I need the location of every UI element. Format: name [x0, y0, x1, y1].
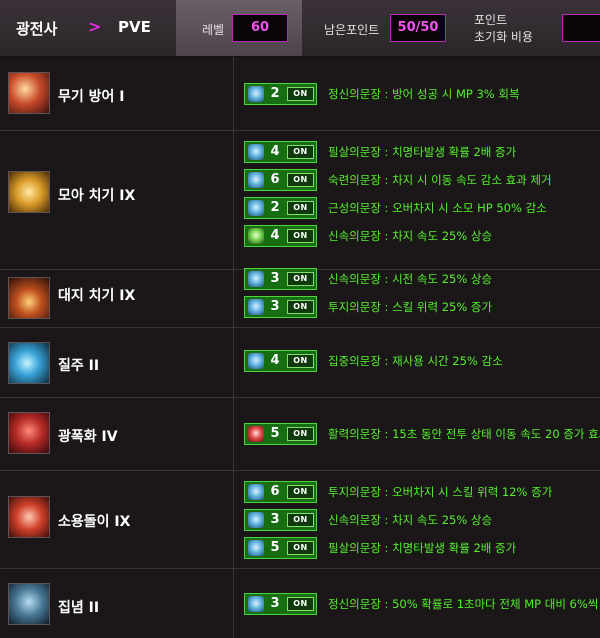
rune-description: 필살의문장 : 치명타발생 확률 2배 증가 [328, 145, 517, 159]
rune-chip[interactable]: 3 ON [244, 509, 317, 531]
rune-description: 투지의문장 : 스킬 위력 25% 증가 [328, 300, 493, 314]
skill-name: 집념 II [58, 600, 100, 616]
rune-icon [248, 540, 264, 556]
skill-name: 광폭화 IV [58, 429, 118, 445]
skill-row: 광폭화 IV 5 ON 활력의문장 : 15초 동안 전투 상태 이동 속도 20… [0, 398, 600, 471]
rune-row: 4 ON 집중의문장 : 재사용 시간 25% 감소 [244, 350, 600, 372]
rune-icon [248, 172, 264, 188]
rune-chip[interactable]: 6 ON [244, 169, 317, 191]
rune-icon [248, 596, 264, 612]
whirlwind-skill-icon[interactable] [8, 496, 50, 538]
rune-description: 신속의문장 : 차지 속도 25% 상승 [328, 513, 493, 527]
rune-chip[interactable]: 2 ON [244, 83, 317, 105]
rune-chip[interactable]: 5 ON [244, 423, 317, 445]
rune-description: 투지의문장 : 오버차지 시 스킬 위력 12% 증가 [328, 485, 553, 499]
rune-chip[interactable]: 2 ON [244, 197, 317, 219]
skill-row: 소용돌이 IX 6 ON 투지의문장 : 오버차지 시 스킬 위력 12% 증가 … [0, 471, 600, 569]
on-toggle[interactable]: ON [287, 201, 314, 215]
rune-row: 5 ON 활력의문장 : 15초 동안 전투 상태 이동 속도 20 증가 효과 [244, 423, 600, 445]
berserk-skill-icon[interactable] [8, 412, 50, 454]
reset-cost-value [562, 14, 600, 42]
rune-description: 필살의문장 : 치명타발생 확률 2배 증가 [328, 541, 517, 555]
skill-name: 모아 치기 IX [58, 188, 136, 204]
rune-row: 3 ON 신속의문장 : 시전 속도 25% 상승 [244, 268, 600, 290]
rune-row: 2 ON 정신의문장 : 방어 성공 시 MP 3% 회복 [244, 83, 600, 105]
sprint-skill-icon[interactable] [8, 342, 50, 384]
ground-strike-skill-icon[interactable] [8, 277, 50, 319]
skill-row: 모아 치기 IX 4 ON 필살의문장 : 치명타발생 확률 2배 증가 6 ON … [0, 131, 600, 270]
header-bar: 광전사 > PVE 레벨 60 남은포인트 50/50 포인트 초기화 비용 [0, 0, 600, 57]
on-toggle[interactable]: ON [287, 485, 314, 499]
sword-skill-icon[interactable] [8, 171, 50, 213]
on-toggle[interactable]: ON [287, 513, 314, 527]
rune-chip[interactable]: 5 ON [244, 537, 317, 559]
rune-description: 정신의문장 : 50% 확률로 1초마다 전체 MP 대비 6%씩 MP [328, 597, 600, 611]
rune-icon [248, 271, 264, 287]
rune-row: 2 ON 근성의문장 : 오버차지 시 소모 HP 50% 감소 [244, 197, 600, 219]
on-toggle[interactable]: ON [287, 541, 314, 555]
rune-chip[interactable]: 3 ON [244, 296, 317, 318]
chevron-right-icon: > [88, 17, 102, 36]
rune-description: 숙련의문장 : 차지 시 이동 속도 감소 효과 제거 [328, 173, 552, 187]
rune-description: 정신의문장 : 방어 성공 시 MP 3% 회복 [328, 87, 520, 101]
on-toggle[interactable]: ON [287, 300, 314, 314]
rune-chip[interactable]: 3 ON [244, 593, 317, 615]
skill-row: 집념 II 3 ON 정신의문장 : 50% 확률로 1초마다 전체 MP 대비 … [0, 569, 600, 638]
rune-chip[interactable]: 4 ON [244, 141, 317, 163]
on-toggle[interactable]: ON [287, 272, 314, 286]
rune-chip[interactable]: 4 ON [244, 225, 317, 247]
level-value[interactable]: 60 [232, 14, 288, 42]
rune-icon [248, 228, 264, 244]
on-toggle[interactable]: ON [287, 597, 314, 611]
rune-chip[interactable]: 4 ON [244, 350, 317, 372]
rune-icon [248, 144, 264, 160]
rune-description: 신속의문장 : 차지 속도 25% 상승 [328, 229, 493, 243]
rune-description: 신속의문장 : 시전 속도 25% 상승 [328, 272, 493, 286]
points-section: 남은포인트 50/50 [304, 0, 464, 56]
rune-row: 3 ON 신속의문장 : 차지 속도 25% 상승 [244, 509, 600, 531]
rune-row: 5 ON 필살의문장 : 치명타발생 확률 2배 증가 [244, 537, 600, 559]
on-toggle[interactable]: ON [287, 229, 314, 243]
rune-description: 근성의문장 : 오버차지 시 소모 HP 50% 감소 [328, 201, 547, 215]
rune-icon [248, 484, 264, 500]
rune-row: 6 ON 숙련의문장 : 차지 시 이동 속도 감소 효과 제거 [244, 169, 600, 191]
rune-row: 4 ON 필살의문장 : 치명타발생 확률 2배 증가 [244, 141, 600, 163]
level-section: 레벨 60 [176, 0, 302, 56]
class-name: 광전사 [16, 20, 58, 38]
skill-row: 무기 방어 I 2 ON 정신의문장 : 방어 성공 시 MP 3% 회복 [0, 57, 600, 131]
rune-icon [248, 353, 264, 369]
on-toggle[interactable]: ON [287, 354, 314, 368]
skill-name: 소용돌이 IX [58, 514, 131, 530]
skill-name: 무기 방어 I [58, 89, 125, 105]
rune-chip[interactable]: 6 ON [244, 481, 317, 503]
reset-section: 포인트 초기화 비용 [466, 0, 600, 56]
rune-icon [248, 512, 264, 528]
skill-row: 대지 치기 IX 3 ON 신속의문장 : 시전 속도 25% 상승 3 ON 투지… [0, 268, 600, 328]
reset-cost-label: 포인트 초기화 비용 [474, 13, 534, 44]
tenacity-skill-icon[interactable] [8, 583, 50, 625]
rune-row: 6 ON 투지의문장 : 오버차지 시 스킬 위력 12% 증가 [244, 481, 600, 503]
rune-icon [248, 299, 264, 315]
rune-row: 3 ON 정신의문장 : 50% 확률로 1초마다 전체 MP 대비 6%씩 MP [244, 593, 600, 615]
points-value: 50/50 [390, 14, 446, 42]
rune-row: 4 ON 신속의문장 : 차지 속도 25% 상승 [244, 225, 600, 247]
on-toggle[interactable]: ON [287, 87, 314, 101]
rune-icon [248, 200, 264, 216]
on-toggle[interactable]: ON [287, 145, 314, 159]
mode-label: PVE [118, 18, 151, 36]
on-toggle[interactable]: ON [287, 173, 314, 187]
points-label: 남은포인트 [324, 23, 380, 37]
skill-name: 질주 II [58, 358, 100, 374]
rune-row: 3 ON 투지의문장 : 스킬 위력 25% 증가 [244, 296, 600, 318]
rune-description: 집중의문장 : 재사용 시간 25% 감소 [328, 354, 503, 368]
skill-row: 질주 II 4 ON 집중의문장 : 재사용 시간 25% 감소 [0, 328, 600, 398]
axe-skill-icon[interactable] [8, 72, 50, 114]
on-toggle[interactable]: ON [287, 427, 314, 441]
rune-icon [248, 86, 264, 102]
level-label: 레벨 [202, 23, 225, 37]
rune-icon [248, 426, 264, 442]
rune-description: 활력의문장 : 15초 동안 전투 상태 이동 속도 20 증가 효과 [328, 427, 600, 441]
skill-name: 대지 치기 IX [58, 288, 136, 304]
rune-chip[interactable]: 3 ON [244, 268, 317, 290]
